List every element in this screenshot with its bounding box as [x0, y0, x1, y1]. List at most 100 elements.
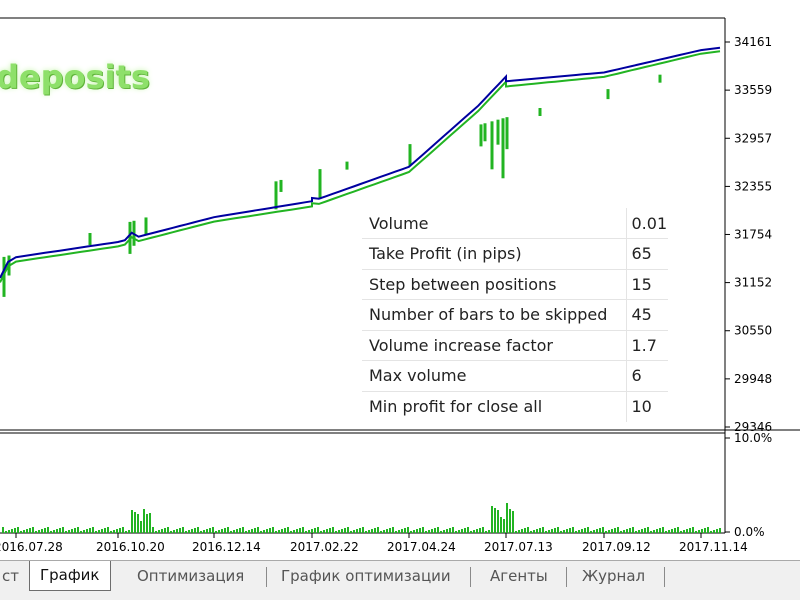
deposit-load-bar: [647, 527, 649, 533]
tab-journal[interactable]: Журнал: [574, 563, 653, 589]
deposit-load-bar: [632, 527, 634, 533]
deposit-load-bar: [623, 530, 625, 533]
deposit-load-bar: [596, 529, 598, 533]
deposit-load-bar: [392, 527, 394, 533]
deposit-load-bar: [650, 531, 652, 533]
deposit-load-bar: [341, 529, 343, 533]
param-row: Volume 0.01: [362, 208, 668, 239]
deposit-load-bar: [377, 527, 379, 533]
deposit-load-tick-label: 10.0%: [734, 431, 772, 445]
tab-optimization-graph[interactable]: График оптимизации: [273, 563, 459, 589]
deposit-load-bar: [674, 528, 676, 533]
deposit-load-bar: [317, 527, 319, 533]
deposit-load-bar: [344, 528, 346, 533]
deposit-load-bar: [347, 527, 349, 533]
price-tick-label: 32957: [734, 131, 772, 145]
deposit-load-bar: [485, 531, 487, 533]
deposit-load-bar: [587, 527, 589, 533]
deposit-load-bar: [572, 527, 574, 533]
deposit-load-bar: [581, 529, 583, 533]
deposit-load-bar: [41, 529, 43, 533]
deposit-load-bar: [635, 531, 637, 533]
deposit-load-bar: [263, 530, 265, 533]
deposit-load-bar: [584, 528, 586, 533]
deposit-load-bar: [668, 530, 670, 533]
deposit-load-bar: [509, 509, 511, 533]
param-value: 45: [625, 299, 668, 331]
deposit-load-bar: [479, 528, 481, 533]
deposit-load-bar: [716, 529, 718, 533]
deposit-load-bar: [38, 530, 40, 533]
deposit-load-bar: [614, 528, 616, 533]
deposit-load-bar: [158, 530, 160, 533]
tab-test[interactable]: ст: [0, 563, 27, 589]
deposit-load-bar: [236, 529, 238, 533]
deposit-load-bar: [191, 529, 193, 533]
deposit-load-bar: [314, 528, 316, 533]
deposit-load-bar: [431, 529, 433, 533]
deposit-load-bar: [398, 530, 400, 533]
deposit-load-bar: [467, 527, 469, 533]
deposit-load-bar: [362, 527, 364, 533]
deposit-load-bar: [374, 528, 376, 533]
deposit-load-bar: [404, 528, 406, 533]
deposit-load-bar: [515, 531, 517, 533]
deposit-load-bar: [95, 531, 97, 533]
deposit-load-bar: [356, 529, 358, 533]
tester-tab-bar: ст График Оптимизация График оптимизации…: [0, 560, 800, 600]
deposit-load-bar: [563, 530, 565, 533]
deposit-load-bar: [593, 530, 595, 533]
deposit-load-bar: [122, 527, 124, 533]
deposit-load-bar: [524, 528, 526, 533]
deposit-load-bar: [512, 511, 514, 533]
deposit-load-bar: [518, 530, 520, 533]
deposit-load-bar: [539, 528, 541, 533]
deposit-load-bar: [536, 529, 538, 533]
param-label: Take Profit (in pips): [362, 238, 626, 270]
tab-separator: [566, 567, 567, 587]
deposit-load-bar: [365, 531, 367, 533]
date-tick-label: 2017.07.13: [484, 540, 553, 554]
deposit-load-bar: [107, 527, 109, 533]
deposit-load-bar: [170, 531, 172, 533]
tab-separator: [470, 567, 471, 587]
deposit-load-bar: [695, 531, 697, 533]
deposit-load-bar: [554, 528, 556, 533]
tab-optimization[interactable]: Оптимизация: [129, 563, 252, 589]
deposit-load-bar: [284, 528, 286, 533]
tab-graph[interactable]: График: [29, 561, 111, 591]
deposit-load-bar: [260, 531, 262, 533]
deposit-load-bar: [239, 528, 241, 533]
deposit-load-bar: [533, 530, 535, 533]
deposit-load-bar: [281, 529, 283, 533]
date-tick-label: 2016.07.28: [0, 540, 63, 554]
deposit-load-bar: [497, 510, 499, 533]
deposit-load-bar: [140, 521, 142, 533]
deposit-load-bar: [455, 531, 457, 533]
deposit-load-bar: [407, 527, 409, 533]
deposit-load-bar: [131, 510, 133, 533]
deposit-load-bar: [521, 529, 523, 533]
deposit-load-bar: [86, 529, 88, 533]
deposit-load-bar: [269, 528, 271, 533]
tab-agents[interactable]: Агенты: [482, 563, 556, 589]
deposit-load-bar: [218, 530, 220, 533]
deposit-load-bar: [5, 531, 7, 533]
deposit-load-bar: [359, 528, 361, 533]
param-row: Take Profit (in pips) 65: [362, 238, 668, 270]
watermark-text: deposits: [0, 58, 150, 96]
deposit-load-bar: [719, 528, 721, 533]
deposit-load-bar: [506, 503, 508, 533]
param-value: 0.01: [625, 208, 668, 239]
deposit-load-bar: [470, 531, 472, 533]
deposit-load-bar: [293, 530, 295, 533]
deposit-load-bar: [212, 527, 214, 533]
deposit-load-bar: [383, 530, 385, 533]
deposit-load-bar: [98, 530, 100, 533]
deposit-load-bar: [137, 514, 139, 533]
deposit-load-bar: [653, 530, 655, 533]
deposit-load-bar: [230, 531, 232, 533]
param-label: Step between positions: [362, 269, 626, 300]
deposit-load-bar: [203, 530, 205, 533]
deposit-load-bar: [446, 529, 448, 533]
